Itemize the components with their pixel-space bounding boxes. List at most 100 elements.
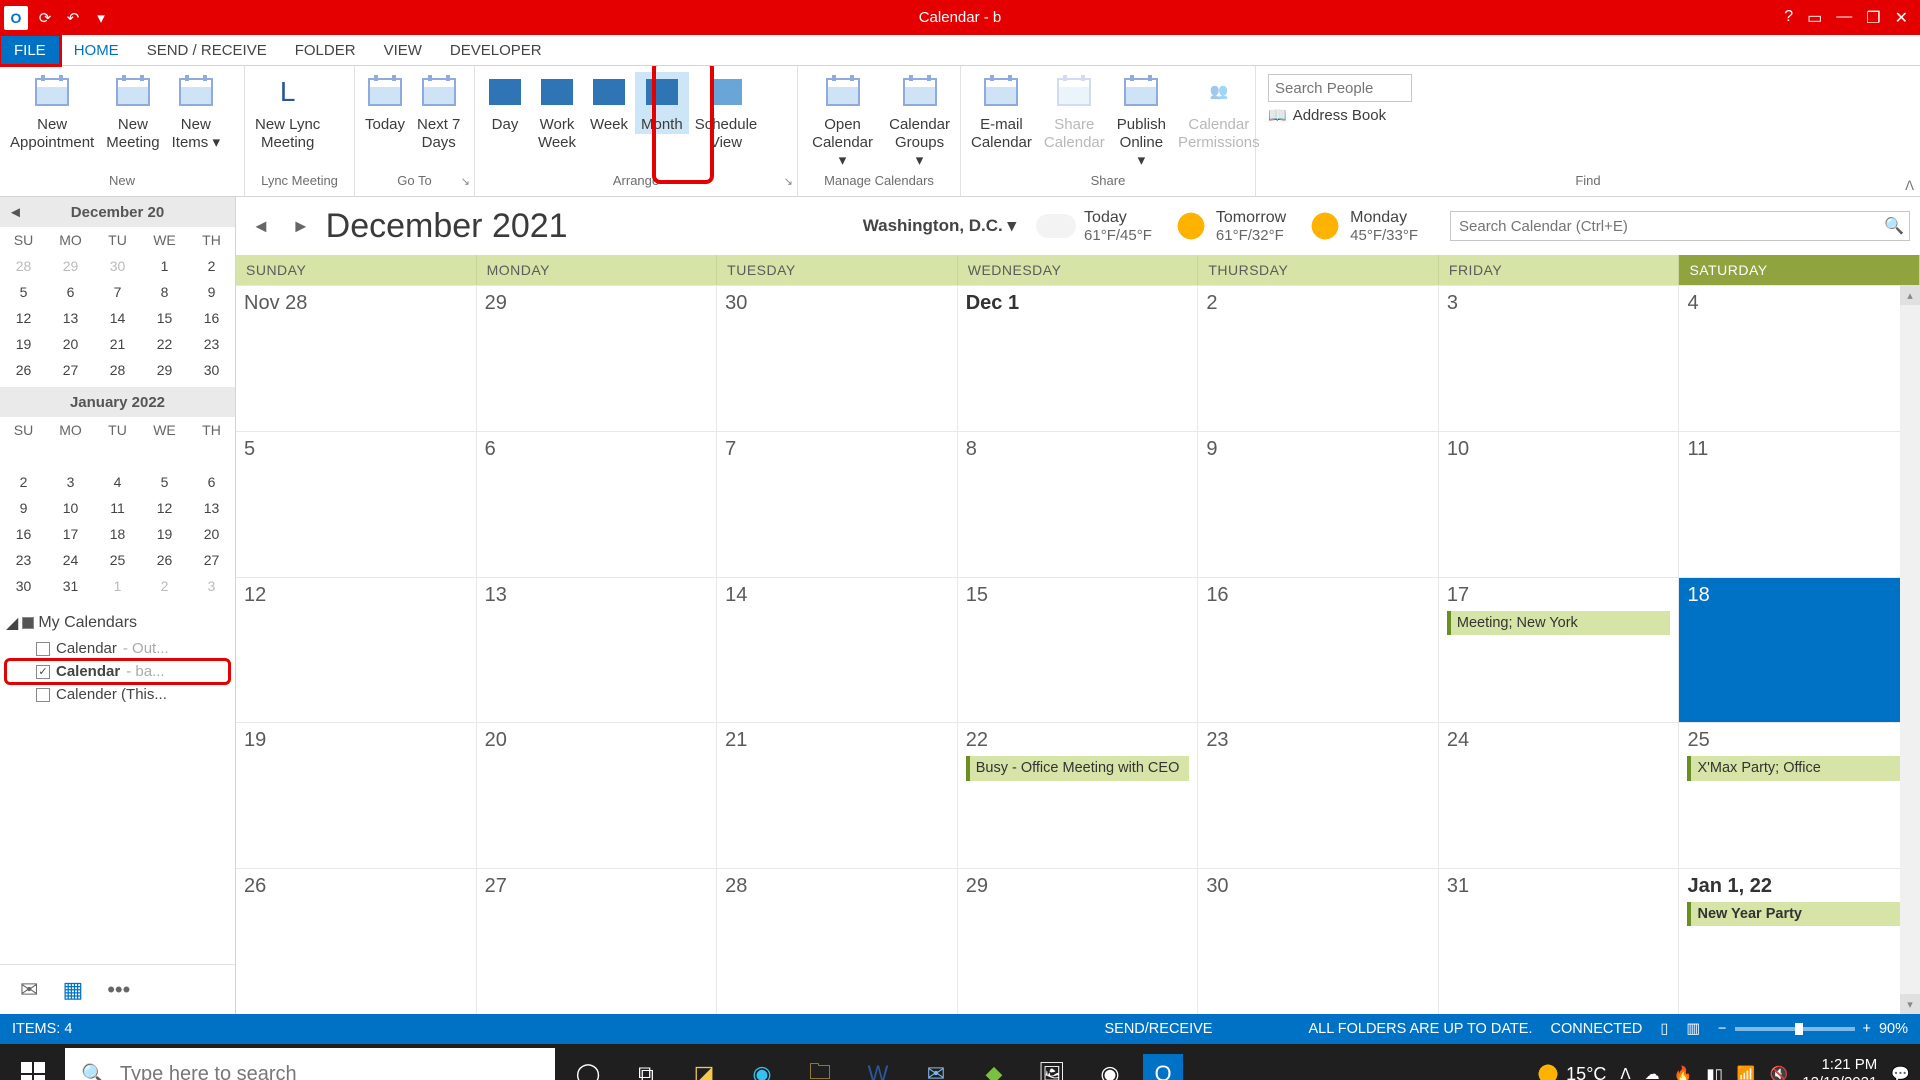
tab-home[interactable]: HOME xyxy=(60,35,133,65)
mail-nav-icon[interactable]: ✉ xyxy=(20,977,38,1003)
date-nav-day[interactable]: 19 xyxy=(0,331,47,357)
day-cell[interactable]: Dec 1 xyxy=(958,286,1199,431)
weather-location[interactable]: Washington, D.C. ▾ xyxy=(863,216,1016,236)
onedrive-icon[interactable]: ☁ xyxy=(1645,1065,1660,1080)
day-cell[interactable]: 4 xyxy=(1679,286,1920,431)
date-nav-day[interactable]: 11 xyxy=(94,495,141,521)
battery-icon[interactable]: ▮▯ xyxy=(1706,1065,1723,1080)
date-nav-day[interactable]: 30 xyxy=(0,573,47,599)
day-cell[interactable]: 14 xyxy=(717,578,958,723)
task-view-icon[interactable]: ⧉ xyxy=(621,1049,671,1080)
outlook-taskbar-icon[interactable]: O xyxy=(1143,1054,1183,1080)
day-cell[interactable]: 15 xyxy=(958,578,1199,723)
arrange-dialog-launcher-icon[interactable]: ↘ xyxy=(784,175,793,188)
date-nav-day[interactable] xyxy=(141,443,188,469)
date-nav-day[interactable]: 26 xyxy=(141,547,188,573)
day-cell[interactable]: 11 xyxy=(1679,432,1920,577)
day-cell[interactable]: Jan 1, 22New Year Party xyxy=(1679,869,1920,1014)
publish-online-button[interactable]: Publish Online ▾ xyxy=(1111,72,1172,170)
day-cell[interactable]: 10 xyxy=(1439,432,1680,577)
day-cell[interactable]: 13 xyxy=(477,578,718,723)
day-cell[interactable]: 6 xyxy=(477,432,718,577)
search-calendar-input[interactable] xyxy=(1451,218,1879,235)
day-cell[interactable]: 30 xyxy=(1198,869,1439,1014)
search-people-input[interactable] xyxy=(1268,74,1412,102)
day-cell[interactable]: 17Meeting; New York xyxy=(1439,578,1680,723)
date-nav-day[interactable]: 31 xyxy=(47,573,94,599)
date-nav-day[interactable]: 4 xyxy=(94,469,141,495)
day-view-button[interactable]: Day xyxy=(479,72,531,134)
date-nav-day[interactable]: 30 xyxy=(94,253,141,279)
date-nav-day[interactable]: 26 xyxy=(0,357,47,383)
day-cell[interactable]: 19 xyxy=(236,723,477,868)
date-nav-day[interactable]: 16 xyxy=(0,521,47,547)
date-nav-day[interactable]: 13 xyxy=(47,305,94,331)
date-nav-month2[interactable]: SUMOTUWETH234569101112131617181920232425… xyxy=(0,417,235,599)
chrome-icon[interactable]: ◉ xyxy=(1085,1049,1135,1080)
maximize-icon[interactable]: ❐ xyxy=(1866,8,1880,28)
date-nav-month1[interactable]: SUMOTUWETH282930125678912131415161920212… xyxy=(0,227,235,383)
calendar-event[interactable]: New Year Party xyxy=(1687,902,1911,926)
calendar-list-item[interactable]: Calender (This... xyxy=(6,683,229,706)
date-nav-day[interactable]: 29 xyxy=(141,357,188,383)
weather-day[interactable]: Today61°F/45°F xyxy=(1036,209,1152,244)
qat-send-receive-icon[interactable]: ⟳ xyxy=(34,7,56,29)
month-view-button[interactable]: Month xyxy=(635,72,689,134)
date-nav-day[interactable]: 5 xyxy=(0,279,47,305)
date-nav-day[interactable]: 27 xyxy=(188,547,235,573)
day-cell[interactable]: 27 xyxy=(477,869,718,1014)
date-nav-day[interactable]: 9 xyxy=(188,279,235,305)
wifi-icon[interactable]: 📶 xyxy=(1737,1065,1756,1080)
checkbox-icon[interactable] xyxy=(36,642,50,656)
date-nav-day[interactable] xyxy=(0,443,47,469)
address-book-button[interactable]: 📖Address Book xyxy=(1268,106,1412,124)
zoom-control[interactable]: − + 90% xyxy=(1718,1021,1908,1037)
new-lync-meeting-button[interactable]: LNew Lync Meeting xyxy=(249,72,326,152)
tab-view[interactable]: VIEW xyxy=(370,35,436,65)
day-cell[interactable]: 3 xyxy=(1439,286,1680,431)
date-nav-day[interactable]: 16 xyxy=(188,305,235,331)
today-button[interactable]: Today xyxy=(359,72,411,134)
date-nav-day[interactable]: 9 xyxy=(0,495,47,521)
mail-icon[interactable]: ✉ xyxy=(911,1049,961,1080)
week-view-button[interactable]: Week xyxy=(583,72,635,134)
tray-chevron-icon[interactable]: ᐱ xyxy=(1620,1065,1630,1080)
scroll-up-icon[interactable]: ▴ xyxy=(1900,285,1920,305)
word-icon[interactable]: W xyxy=(853,1049,903,1080)
view-normal-icon[interactable]: ▯ xyxy=(1660,1021,1668,1037)
date-nav-day[interactable]: 13 xyxy=(188,495,235,521)
date-nav-day[interactable]: 3 xyxy=(47,469,94,495)
date-nav-day[interactable] xyxy=(188,443,235,469)
day-cell[interactable]: 31 xyxy=(1439,869,1680,1014)
schedule-view-button[interactable]: Schedule View xyxy=(689,72,764,152)
more-nav-icon[interactable]: ••• xyxy=(107,977,130,1003)
day-cell[interactable]: 9 xyxy=(1198,432,1439,577)
app-icon[interactable]: ◆ xyxy=(969,1049,1019,1080)
ribbon-options-icon[interactable]: ▭ xyxy=(1807,8,1822,28)
date-nav-day[interactable]: 29 xyxy=(47,253,94,279)
next-month-icon[interactable]: ► xyxy=(286,216,316,237)
edge-icon[interactable]: ◉ xyxy=(737,1049,787,1080)
day-cell[interactable]: 5 xyxy=(236,432,477,577)
day-cell[interactable]: 22Busy - Office Meeting with CEO xyxy=(958,723,1199,868)
scrollbar[interactable]: ▴ ▾ xyxy=(1900,285,1920,1014)
date-nav-day[interactable]: 3 xyxy=(188,573,235,599)
date-nav-day[interactable]: 8 xyxy=(141,279,188,305)
sticky-notes-icon[interactable]: ◪ xyxy=(679,1049,729,1080)
app2-icon[interactable]: 🖼 xyxy=(1027,1049,1077,1080)
volume-icon[interactable]: 🔇 xyxy=(1770,1065,1789,1080)
calendar-event[interactable]: X'Max Party; Office xyxy=(1687,756,1911,780)
date-nav-day[interactable]: 25 xyxy=(94,547,141,573)
date-nav-day[interactable]: 1 xyxy=(94,573,141,599)
day-cell[interactable]: 28 xyxy=(717,869,958,1014)
date-nav-day[interactable]: 22 xyxy=(141,331,188,357)
date-nav-day[interactable]: 12 xyxy=(0,305,47,331)
day-cell[interactable]: 12 xyxy=(236,578,477,723)
zoom-out-icon[interactable]: − xyxy=(1718,1021,1726,1037)
day-cell[interactable]: 8 xyxy=(958,432,1199,577)
day-cell[interactable]: 2 xyxy=(1198,286,1439,431)
date-nav-day[interactable]: 20 xyxy=(47,331,94,357)
date-nav-day[interactable]: 15 xyxy=(141,305,188,331)
day-cell[interactable]: 24 xyxy=(1439,723,1680,868)
date-nav-day[interactable]: 2 xyxy=(0,469,47,495)
